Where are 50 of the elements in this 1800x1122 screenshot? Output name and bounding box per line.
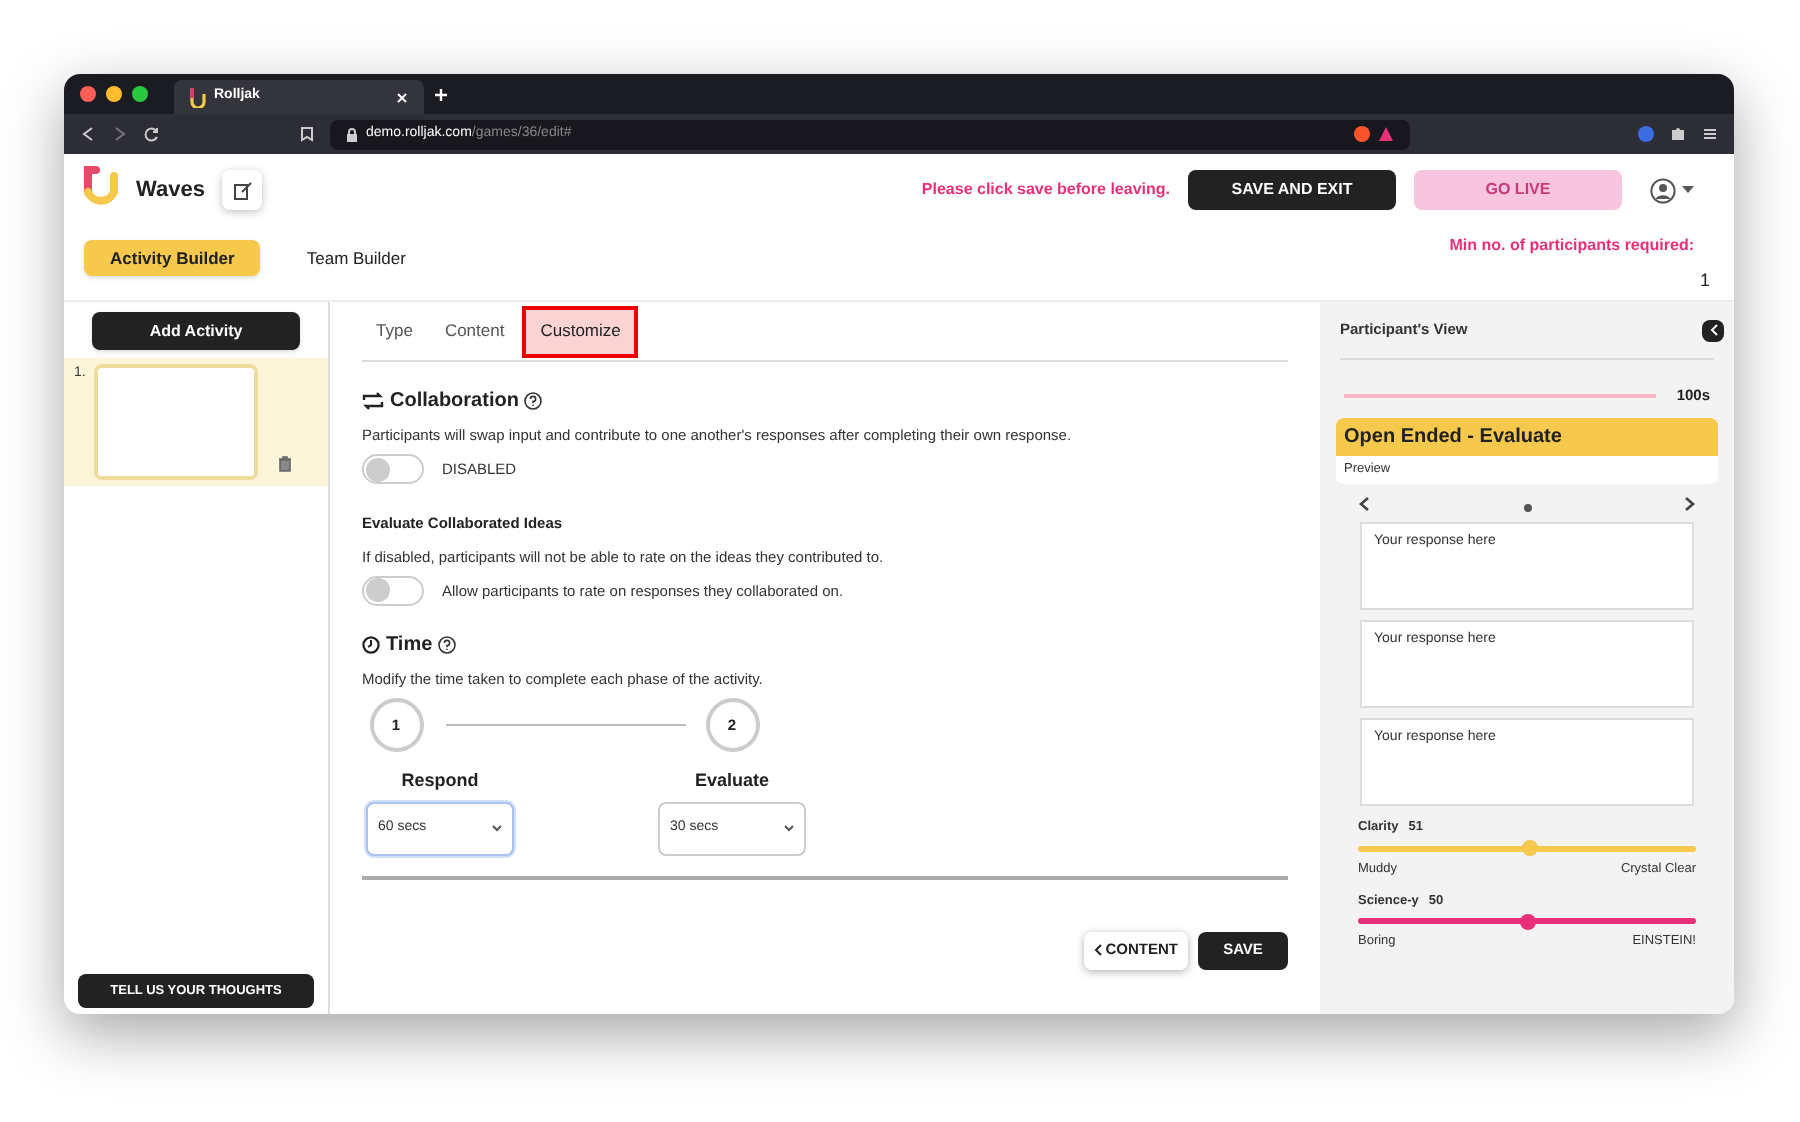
collapse-button[interactable] (1702, 319, 1724, 341)
section-title: Time (386, 631, 433, 660)
bookmark-icon[interactable] (300, 126, 314, 142)
toggle-switch[interactable] (362, 575, 424, 606)
new-tab-icon[interactable] (434, 87, 448, 101)
close-tab-icon[interactable] (396, 91, 408, 103)
back-icon[interactable] (80, 126, 96, 142)
editor-tab[interactable]: Customize (522, 305, 639, 357)
card-title: Open Ended - Evaluate (1336, 418, 1718, 457)
reload-icon[interactable] (144, 126, 160, 142)
caret-icon[interactable] (1682, 186, 1694, 194)
chevron-left-icon (1709, 324, 1717, 336)
help-icon[interactable] (524, 392, 543, 410)
phase-label: Respond (401, 768, 479, 794)
editor-tab[interactable]: Type (362, 305, 427, 357)
slider-thumb[interactable] (1519, 913, 1535, 930)
edit-button[interactable] (222, 170, 263, 210)
close-icon[interactable] (80, 86, 96, 102)
help-icon[interactable] (438, 635, 457, 654)
chevron-right-icon[interactable] (1684, 496, 1696, 512)
edit-icon (233, 181, 252, 199)
slider-thumb[interactable] (1522, 840, 1539, 857)
swap-icon (362, 392, 384, 410)
menu-icon[interactable] (1702, 126, 1718, 142)
maximize-icon[interactable] (132, 86, 148, 102)
chevron-left-icon (1093, 944, 1102, 956)
extension-icon[interactable] (1638, 126, 1654, 142)
user-icon[interactable] (1650, 177, 1676, 203)
caret-icon (492, 824, 502, 832)
phase-label: Evaluate (694, 768, 770, 794)
min-participants-label: Min no. of participants required: (1449, 234, 1694, 258)
caret-icon (784, 824, 794, 832)
editor-tab[interactable]: Content (430, 305, 519, 357)
chevron-left-icon[interactable] (1358, 496, 1370, 512)
add-activity-button[interactable]: Add Activity (92, 312, 300, 350)
triangle-icon[interactable] (1378, 126, 1394, 142)
min-participants-value: 1 (1699, 268, 1710, 294)
game-title: Waves (136, 175, 205, 206)
minimize-icon[interactable] (106, 86, 122, 102)
section-title: Collaboration (390, 388, 519, 416)
nav-tab[interactable]: Activity Builder (84, 240, 261, 276)
save-warning: Please click save before leaving. (921, 178, 1170, 202)
forward-icon[interactable] (112, 126, 128, 142)
nav-tab[interactable]: Team Builder (280, 240, 432, 276)
toggle-switch[interactable] (362, 454, 424, 485)
logo-icon (190, 87, 206, 107)
lock-icon (346, 127, 358, 141)
save-and-exit-button[interactable]: SAVE AND EXIT (1188, 170, 1396, 210)
clock-icon (362, 635, 380, 654)
trash-icon[interactable] (277, 456, 292, 472)
